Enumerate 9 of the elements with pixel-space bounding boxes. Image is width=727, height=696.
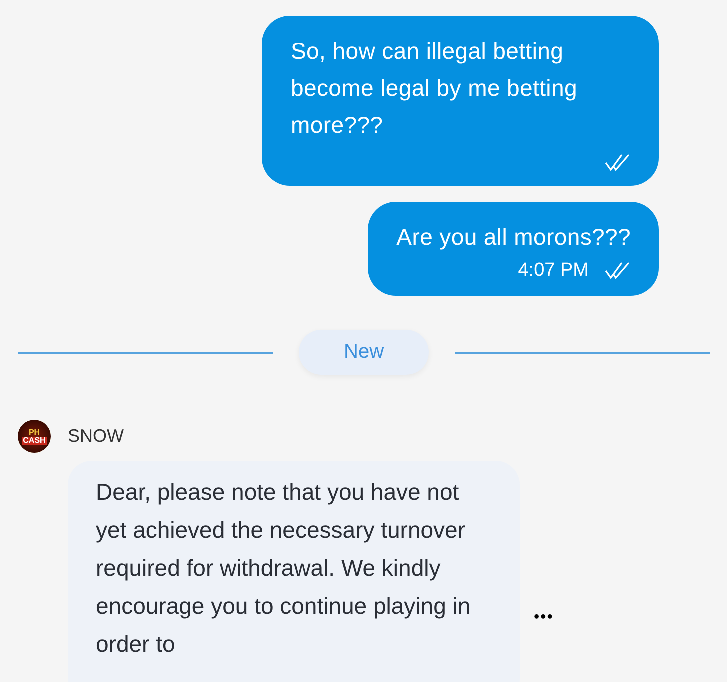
new-messages-label: New [299, 330, 430, 375]
message-text: Are you all morons??? [396, 223, 631, 252]
sender-name: SNOW [68, 426, 124, 447]
avatar-text: PH [28, 428, 40, 436]
message-time: 4:07 PM [518, 260, 589, 282]
message-text: So, how can illegal betting become legal by me betting more??? [291, 37, 578, 140]
message-text: Dear, please note that you have not yet achieved the necessary turnover required for withdrawal. We kindly encourage you to continue playing in order to [96, 478, 472, 659]
avatar-text: CASH [22, 436, 47, 444]
more-options-button[interactable]: ••• [534, 609, 554, 627]
